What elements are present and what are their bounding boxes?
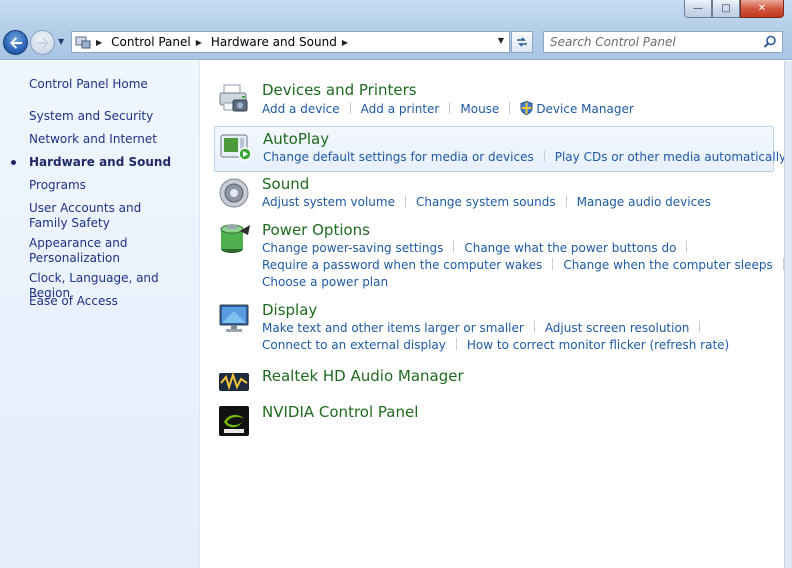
uac-shield-icon xyxy=(520,100,533,118)
sidebar-item-control-panel-home[interactable]: Control Panel Home xyxy=(29,77,194,92)
mouse-link[interactable]: Mouse xyxy=(460,102,499,116)
left-navigation-pane: Control Panel Home System and Security N… xyxy=(0,61,200,568)
main-content: Devices and Printers Add a device Add a p… xyxy=(201,61,792,568)
sidebar-item-ease-of-access[interactable]: Ease of Access xyxy=(29,294,194,309)
devices-and-printers-title[interactable]: Devices and Printers xyxy=(262,81,417,99)
power-links-row1: Change power-saving settings Change what … xyxy=(262,241,697,255)
autoplay-title[interactable]: AutoPlay xyxy=(263,130,329,148)
power-options-title[interactable]: Power Options xyxy=(262,221,370,239)
search-input[interactable] xyxy=(550,35,760,49)
printer-icon[interactable] xyxy=(218,83,250,115)
minimize-button[interactable]: — xyxy=(684,0,712,18)
sound-title[interactable]: Sound xyxy=(262,175,309,193)
make-text-larger-link[interactable]: Make text and other items larger or smal… xyxy=(262,321,524,335)
realtek-audio-icon[interactable] xyxy=(218,369,250,401)
category-realtek-audio: Realtek HD Audio Manager xyxy=(214,367,774,397)
title-bar: — □ ✕ ▼ ▶ Control Panel ▶ Hardware and S… xyxy=(0,0,792,60)
change-system-sounds-link[interactable]: Change system sounds xyxy=(416,195,556,209)
sidebar-item-system-and-security[interactable]: System and Security xyxy=(29,109,194,124)
link-divider xyxy=(509,102,511,114)
speaker-icon[interactable] xyxy=(218,177,250,209)
realtek-title[interactable]: Realtek HD Audio Manager xyxy=(262,367,464,385)
link-divider xyxy=(699,321,701,333)
connect-external-display-link[interactable]: Connect to an external display xyxy=(262,338,446,352)
battery-icon[interactable] xyxy=(218,223,250,255)
device-manager-link[interactable]: Device Manager xyxy=(536,102,633,116)
link-divider xyxy=(455,338,457,350)
nvidia-icon[interactable] xyxy=(218,405,250,437)
sidebar-item-label: Hardware and Sound xyxy=(29,155,172,169)
link-divider xyxy=(543,150,545,162)
display-title[interactable]: Display xyxy=(262,301,317,319)
power-links-row3: Choose a power plan xyxy=(262,275,388,289)
computer-sleeps-link[interactable]: Change when the computer sleeps xyxy=(563,258,772,272)
search-icon[interactable] xyxy=(763,35,777,52)
adjust-screen-resolution-link[interactable]: Adjust screen resolution xyxy=(545,321,690,335)
autoplay-icon[interactable] xyxy=(219,132,252,164)
sidebar-item-appearance[interactable]: Appearance and Personalization xyxy=(29,236,139,266)
current-location-bullet-icon xyxy=(11,160,16,165)
sidebar-item-hardware-and-sound[interactable]: Hardware and Sound xyxy=(11,155,194,170)
devices-links: Add a device Add a printer Mouse Device Man… xyxy=(262,100,634,118)
power-links-row2: Require a password when the computer wak… xyxy=(262,258,792,272)
close-button[interactable]: ✕ xyxy=(740,0,784,18)
breadcrumb-arrow-icon[interactable]: ▶ xyxy=(96,38,102,47)
back-button[interactable] xyxy=(3,30,28,55)
recent-pages-dropdown-icon[interactable]: ▼ xyxy=(58,37,64,46)
link-divider xyxy=(349,102,351,114)
add-a-device-link[interactable]: Add a device xyxy=(262,102,340,116)
add-a-printer-link[interactable]: Add a printer xyxy=(361,102,440,116)
category-sound: Sound Adjust system volume Change system … xyxy=(214,175,774,215)
autoplay-links: Change default settings for media or dev… xyxy=(263,150,786,164)
maximize-button[interactable]: □ xyxy=(712,0,740,18)
arrow-left-icon xyxy=(9,36,22,49)
nvidia-title[interactable]: NVIDIA Control Panel xyxy=(262,403,418,421)
category-nvidia: NVIDIA Control Panel xyxy=(214,403,774,439)
change-power-saving-link[interactable]: Change power-saving settings xyxy=(262,241,443,255)
display-links-row1: Make text and other items larger or smal… xyxy=(262,321,710,335)
link-divider xyxy=(686,241,688,253)
manage-audio-devices-link[interactable]: Manage audio devices xyxy=(577,195,711,209)
category-devices-and-printers: Devices and Printers Add a device Add a p… xyxy=(214,81,774,121)
breadcrumb-control-panel[interactable]: Control Panel xyxy=(111,35,191,49)
window-controls: — □ ✕ xyxy=(684,0,784,18)
play-cds-link[interactable]: Play CDs or other media automatically xyxy=(555,150,786,164)
sidebar-item-network-and-internet[interactable]: Network and Internet xyxy=(29,132,194,147)
breadcrumb-arrow-icon[interactable]: ▶ xyxy=(196,38,202,47)
link-divider xyxy=(533,321,535,333)
monitor-icon[interactable] xyxy=(218,303,250,335)
control-panel-icon xyxy=(72,35,94,49)
category-display: Display Make text and other items larger… xyxy=(214,301,774,361)
link-divider xyxy=(453,241,455,253)
display-links-row2: Connect to an external display How to cor… xyxy=(262,338,729,352)
sound-links: Adjust system volume Change system sounds… xyxy=(262,195,711,209)
power-buttons-link[interactable]: Change what the power buttons do xyxy=(464,241,676,255)
sidebar-item-programs[interactable]: Programs xyxy=(29,178,194,193)
search-box[interactable] xyxy=(543,31,783,53)
choose-power-plan-link[interactable]: Choose a power plan xyxy=(262,275,388,289)
link-divider xyxy=(404,195,406,207)
link-divider xyxy=(565,195,567,207)
breadcrumb-arrow-icon[interactable]: ▶ xyxy=(342,38,348,47)
link-divider xyxy=(449,102,451,114)
change-default-settings-link[interactable]: Change default settings for media or dev… xyxy=(263,150,534,164)
breadcrumb-hardware-and-sound[interactable]: Hardware and Sound xyxy=(211,35,337,49)
require-password-link[interactable]: Require a password when the computer wak… xyxy=(262,258,542,272)
link-divider xyxy=(552,258,554,270)
refresh-button[interactable] xyxy=(511,31,533,53)
monitor-flicker-link[interactable]: How to correct monitor flicker (refresh … xyxy=(467,338,729,352)
arrow-right-icon xyxy=(36,36,49,49)
address-bar[interactable]: ▶ Control Panel ▶ Hardware and Sound ▶ ▼ xyxy=(71,31,510,53)
window-right-edge xyxy=(784,61,792,568)
category-power-options: Power Options Change power-saving settin… xyxy=(214,221,784,296)
category-autoplay: AutoPlay Change default settings for med… xyxy=(214,126,786,172)
address-history-dropdown-icon[interactable]: ▼ xyxy=(498,36,504,45)
refresh-icon xyxy=(517,37,527,47)
forward-button[interactable] xyxy=(30,30,55,55)
sidebar-item-user-accounts[interactable]: User Accounts and Family Safety xyxy=(29,201,179,231)
adjust-system-volume-link[interactable]: Adjust system volume xyxy=(262,195,395,209)
